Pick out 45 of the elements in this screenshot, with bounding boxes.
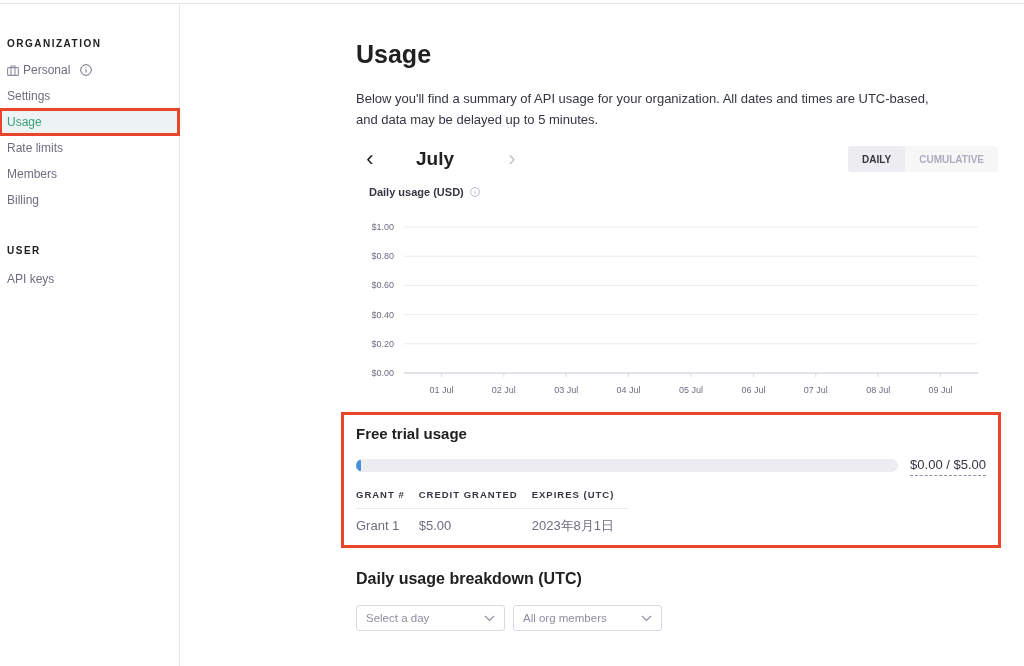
y-axis-label: $0.20 bbox=[371, 338, 394, 349]
view-tab[interactable]: DAILY bbox=[848, 146, 906, 172]
y-axis-label: $0.60 bbox=[371, 279, 394, 290]
chevron-down-icon bbox=[484, 615, 495, 623]
table-cell: 2023年8月1日 bbox=[531, 508, 629, 536]
section-heading: USER bbox=[6, 244, 42, 258]
table-cell: $5.00 bbox=[418, 508, 532, 536]
chevron-down-icon bbox=[641, 615, 652, 623]
y-axis-label: $0.80 bbox=[371, 250, 394, 261]
month-label: July bbox=[416, 146, 456, 171]
page-description: Below you'll find a summary of API usage for your organization. All dates and times are UTC-based, and data may be delayed up to 5 minutes. bbox=[356, 90, 930, 129]
sidebar-item[interactable]: Billing bbox=[0, 187, 179, 213]
chart-title: Daily usage (USD) bbox=[369, 185, 464, 200]
table-cell: Grant 1 bbox=[356, 508, 419, 536]
dropdown[interactable]: All org members bbox=[513, 605, 662, 632]
page-title: Usage bbox=[356, 39, 433, 70]
x-axis-label: 08 Jul bbox=[866, 384, 891, 395]
info-icon[interactable] bbox=[80, 64, 93, 76]
column-header: EXPIRES (UTC) bbox=[531, 487, 629, 509]
y-axis-label: $0.40 bbox=[371, 309, 394, 320]
sidebar-item[interactable]: Settings bbox=[0, 83, 179, 109]
x-axis-label: 05 Jul bbox=[679, 384, 703, 395]
section-title: Free trial usage bbox=[356, 423, 468, 444]
sidebar-item[interactable]: Usage bbox=[0, 109, 179, 135]
x-axis-label: 03 Jul bbox=[554, 384, 579, 395]
usage-reading: $0.00 / $5.00 bbox=[910, 455, 986, 476]
x-axis-label: 09 Jul bbox=[928, 384, 953, 395]
x-axis-label: 02 Jul bbox=[491, 384, 516, 395]
x-axis-label: 07 Jul bbox=[803, 384, 828, 395]
x-axis-label: 06 Jul bbox=[741, 384, 766, 395]
x-axis-label: 04 Jul bbox=[616, 384, 641, 395]
dropdown[interactable]: Select a day bbox=[356, 605, 505, 632]
sidebar-item[interactable]: Personal bbox=[0, 57, 179, 83]
x-axis-label: 01 Jul bbox=[429, 384, 454, 395]
column-header: CREDIT GRANTED bbox=[418, 487, 532, 509]
section-heading: ORGANIZATION bbox=[6, 37, 103, 51]
y-axis-label: $1.00 bbox=[371, 221, 394, 232]
sidebar-item[interactable]: Rate limits bbox=[0, 135, 179, 161]
section-title: Daily usage breakdown (UTC) bbox=[356, 569, 583, 590]
previous-month-button[interactable]: ‹ bbox=[360, 148, 380, 170]
briefcase-icon bbox=[7, 64, 19, 76]
sidebar-item[interactable]: Members bbox=[0, 161, 179, 187]
sidebar-item[interactable]: API keys bbox=[0, 266, 179, 292]
column-header: GRANT # bbox=[356, 487, 419, 509]
y-axis-label: $0.00 bbox=[371, 367, 394, 378]
